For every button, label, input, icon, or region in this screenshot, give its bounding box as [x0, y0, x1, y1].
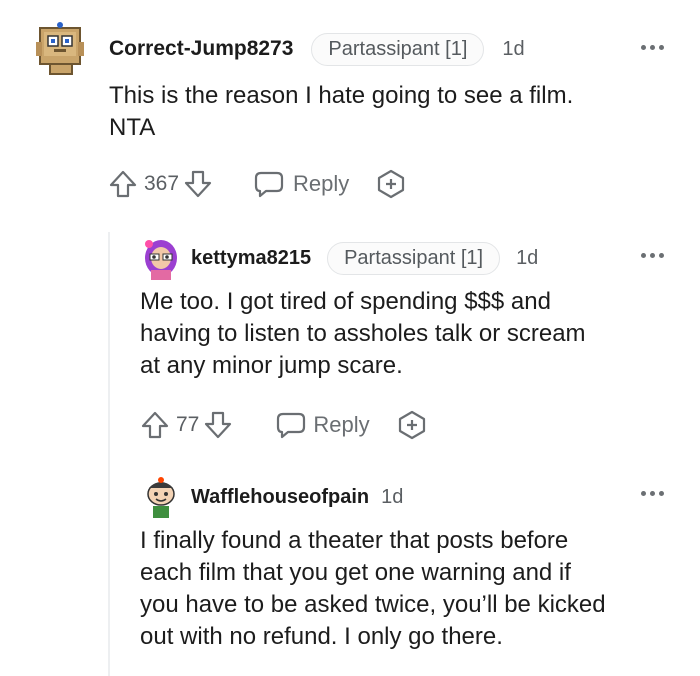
vote-count: 77: [176, 413, 200, 436]
thread-line: [108, 232, 110, 676]
timestamp[interactable]: 1d: [516, 247, 538, 270]
user-flair: Partassipant [1]: [327, 241, 501, 275]
avatar[interactable]: [141, 236, 181, 280]
award-icon[interactable]: [375, 168, 407, 200]
downvote-icon[interactable]: [203, 410, 233, 440]
reply-button[interactable]: Reply: [253, 169, 349, 199]
comment-body-line: I finally found a theater that posts bef…: [140, 527, 569, 554]
more-options-icon[interactable]: [641, 45, 664, 50]
comment-body-line: Me too. I got tired of spending $$$ and: [140, 288, 551, 315]
reply-button[interactable]: Reply: [275, 410, 370, 440]
purple-hair-avatar-icon: [145, 240, 177, 280]
reply-label: Reply: [313, 412, 370, 437]
comment-body-line: at any minor jump scare.: [140, 352, 403, 379]
username[interactable]: kettyma8215: [191, 247, 311, 270]
comment-body-line: having to listen to assholes talk or scr…: [140, 320, 586, 347]
reply-label: Reply: [293, 171, 350, 196]
snoo-avatar-icon: [147, 477, 175, 518]
comment-bubble-icon: [277, 412, 306, 439]
comment-bubble-icon: [254, 171, 284, 198]
username[interactable]: Correct-Jump8273: [109, 37, 293, 61]
award-icon[interactable]: [396, 409, 428, 441]
comment-body-line: each film that you get one warning and i…: [140, 559, 571, 586]
username[interactable]: Wafflehouseofpain: [191, 486, 369, 509]
upvote-icon[interactable]: [108, 169, 138, 199]
timestamp[interactable]: 1d: [381, 486, 403, 509]
vote-count: 367: [144, 172, 180, 195]
more-options-icon[interactable]: [641, 491, 664, 496]
box-robot-avatar-icon: [36, 22, 84, 75]
downvote-icon[interactable]: [183, 169, 213, 199]
avatar[interactable]: [34, 22, 88, 78]
comment-body-line: you have to be asked twice, you’ll be ki…: [140, 591, 606, 618]
timestamp[interactable]: 1d: [502, 38, 524, 61]
comment-body-line: out with no refund. I only go there.: [140, 623, 503, 650]
user-flair: Partassipant [1]: [311, 32, 485, 66]
avatar[interactable]: [142, 476, 180, 520]
upvote-icon[interactable]: [140, 410, 170, 440]
comment-body-line: NTA: [109, 114, 156, 141]
comment-body-line: This is the reason I hate going to see a…: [109, 82, 574, 109]
more-options-icon[interactable]: [641, 253, 664, 258]
